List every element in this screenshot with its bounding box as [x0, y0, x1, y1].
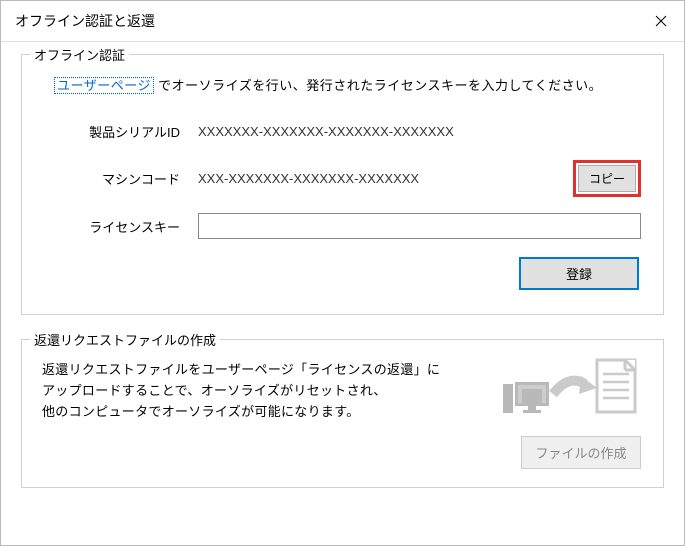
license-value-container — [198, 211, 641, 241]
window-title: オフライン認証と返還 — [15, 11, 155, 31]
file-transfer-icon — [501, 354, 641, 424]
instruction-rest: でオーソライズを行い、発行されたライセンスキーを入力してください。 — [154, 78, 602, 93]
machine-code-value: XXX-XXXXXXX-XXXXXXX-XXXXXXX — [198, 171, 419, 186]
serial-row: 製品シリアルID XXXXXXX-XXXXXXX-XXXXXXX-XXXXXXX — [44, 116, 641, 146]
copy-button[interactable]: コピー — [578, 165, 636, 192]
return-request-group: 返還リクエストファイルの作成 返還リクエストファイルをユーザーページ「ライセンス… — [21, 339, 664, 488]
instruction-text: ユーザーページ でオーソライズを行い、発行されたライセンスキーを入力してください… — [54, 75, 641, 94]
serial-label: 製品シリアルID — [44, 122, 198, 141]
serial-value-container: XXXXXXX-XXXXXXX-XXXXXXX-XXXXXXX — [198, 116, 641, 146]
license-label: ライセンスキー — [44, 217, 198, 236]
dialog-window: オフライン認証と返還 オフライン認証 ユーザーページ でオーソライズを行い、発行… — [0, 0, 685, 546]
copy-highlight-box: コピー — [573, 160, 641, 197]
content-area: オフライン認証 ユーザーページ でオーソライズを行い、発行されたライセンスキーを… — [1, 42, 684, 545]
close-icon — [655, 15, 667, 27]
license-row: ライセンスキー — [44, 211, 641, 241]
license-key-input[interactable] — [198, 213, 641, 239]
register-row: 登録 — [44, 257, 641, 290]
return-request-title: 返還リクエストファイルの作成 — [30, 330, 220, 349]
machine-value-container: XXX-XXXXXXX-XXXXXXX-XXXXXXX コピー — [198, 160, 641, 197]
return-content: 返還リクエストファイルをユーザーページ「ライセンスの返還」に アップロードするこ… — [42, 360, 641, 424]
return-graphic — [501, 354, 641, 424]
return-line2: アップロードすることで、オーソライズがリセットされ、 — [42, 383, 387, 398]
return-line3: 他のコンピュータでオーソライズが可能になります。 — [42, 404, 360, 419]
machine-label: マシンコード — [44, 169, 198, 188]
return-line1: 返還リクエストファイルをユーザーページ「ライセンスの返還」に — [42, 362, 440, 377]
create-file-row: ファイルの作成 — [42, 436, 641, 469]
offline-auth-title: オフライン認証 — [30, 45, 129, 64]
machine-row: マシンコード XXX-XXXXXXX-XXXXXXX-XXXXXXX コピー — [44, 160, 641, 197]
serial-value: XXXXXXX-XXXXXXX-XXXXXXX-XXXXXXX — [198, 124, 454, 139]
register-button[interactable]: 登録 — [519, 257, 639, 290]
return-text: 返還リクエストファイルをユーザーページ「ライセンスの返還」に アップロードするこ… — [42, 360, 501, 422]
offline-auth-group: オフライン認証 ユーザーページ でオーソライズを行い、発行されたライセンスキーを… — [21, 54, 664, 315]
close-button[interactable] — [638, 1, 684, 41]
titlebar: オフライン認証と返還 — [1, 1, 684, 42]
userpage-link[interactable]: ユーザーページ — [54, 77, 154, 94]
create-file-button: ファイルの作成 — [521, 436, 641, 469]
